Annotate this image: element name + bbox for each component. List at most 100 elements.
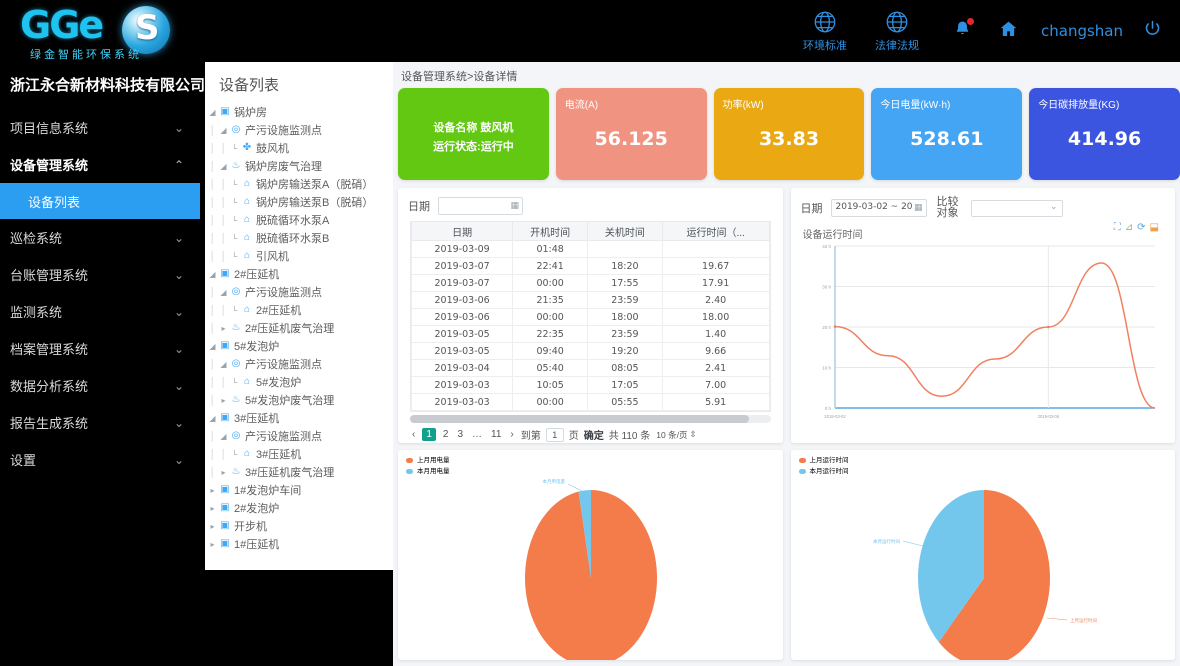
tree-expand-icon[interactable]: ▸: [218, 468, 229, 477]
table-row[interactable]: 2019-03-0621:3523:592.40: [412, 292, 770, 309]
refresh-icon[interactable]: ⟳: [1137, 223, 1145, 233]
tree-node[interactable]: ◢▣3#压延机: [207, 409, 393, 427]
sidebar-item-ledger[interactable]: 台账管理系统 ⌄: [0, 256, 200, 293]
tree-node[interactable]: ││└⌂锅炉房输送泵B（脱硝）: [207, 193, 393, 211]
sidebar-item-monitoring[interactable]: 监测系统 ⌄: [0, 293, 200, 330]
tree-node[interactable]: ▸▣1#压延机: [207, 535, 393, 553]
username-label[interactable]: changshan: [1041, 22, 1123, 40]
table-column-header[interactable]: 运行时间（...: [662, 222, 769, 241]
table-row[interactable]: 2019-03-0509:4019:209.66: [412, 343, 770, 360]
pagination-prev-button[interactable]: ‹: [410, 429, 417, 440]
pagination-confirm-button[interactable]: 确定: [584, 427, 604, 442]
tree-node[interactable]: ││└⌂2#压延机: [207, 301, 393, 319]
tree-node[interactable]: │◢◎产污设施监测点: [207, 355, 393, 373]
tree-node[interactable]: │▸♨5#发泡炉废气治理: [207, 391, 393, 409]
tree-node[interactable]: ◢▣锅炉房: [207, 103, 393, 121]
tree-collapse-icon[interactable]: ◢: [218, 288, 229, 297]
compare-target-select[interactable]: ⌄: [971, 200, 1063, 217]
tree-collapse-icon[interactable]: ◢: [218, 432, 229, 441]
tree-node[interactable]: │▸♨2#压延机废气治理: [207, 319, 393, 337]
tree-node[interactable]: │◢◎产污设施监测点: [207, 283, 393, 301]
tree-expand-icon[interactable]: ▸: [218, 396, 229, 405]
pagination-page-11[interactable]: 11: [489, 429, 503, 440]
pagination-page-1[interactable]: 1: [422, 428, 436, 441]
table-row[interactable]: 2019-03-0722:4118:2019.67: [412, 258, 770, 275]
table-row[interactable]: 2019-03-0522:3523:591.40: [412, 326, 770, 343]
tree-collapse-icon[interactable]: ◢: [207, 270, 218, 279]
tree-node[interactable]: │◢♨锅炉房废气治理: [207, 157, 393, 175]
tree-collapse-icon[interactable]: ◢: [207, 414, 218, 423]
pagination-page-3[interactable]: 3: [455, 429, 465, 440]
logout-button[interactable]: [1143, 19, 1162, 43]
tree-node[interactable]: ││└✤鼓风机: [207, 139, 393, 157]
data-point[interactable]: [1047, 326, 1050, 329]
tree-node[interactable]: ││└⌂5#发泡炉: [207, 373, 393, 391]
tree-node[interactable]: ││└⌂锅炉房输送泵A（脱硝）: [207, 175, 393, 193]
pagination-page-2[interactable]: 2: [441, 429, 451, 440]
tree-indent-guide: │: [207, 287, 218, 297]
tree-collapse-icon[interactable]: ◢: [207, 108, 218, 117]
tree-node[interactable]: ▸▣1#发泡炉车间: [207, 481, 393, 499]
sidebar-item-inspection[interactable]: 巡检系统 ⌄: [0, 219, 200, 256]
pagination-goto-input[interactable]: 1: [546, 428, 564, 442]
tree-leaf-connector-icon: └: [229, 180, 240, 189]
sidebar-item-project-info[interactable]: 项目信息系统 ⌄: [0, 109, 200, 146]
app-logo[interactable]: GGe 绿金智能环保系统: [14, 2, 184, 62]
sidebar-item-device-list[interactable]: 设备列表: [0, 183, 200, 219]
sidebar-item-archive[interactable]: 档案管理系统 ⌄: [0, 330, 200, 367]
notifications-button[interactable]: [953, 19, 972, 44]
pagination-next-button[interactable]: ›: [508, 429, 515, 440]
table-column-header[interactable]: 日期: [412, 222, 513, 241]
tree-node[interactable]: ◢▣2#压延机: [207, 265, 393, 283]
home-button[interactable]: [998, 19, 1019, 44]
laws-regulations-button[interactable]: 法律法规: [875, 9, 919, 53]
pagination-page-size-select[interactable]: 10 条/页 ⇳: [655, 428, 697, 442]
tree-expand-icon[interactable]: ▸: [207, 486, 218, 495]
env-standard-button[interactable]: 环境标准: [803, 9, 847, 53]
table-horizontal-scrollbar[interactable]: [410, 415, 771, 423]
table-row[interactable]: 2019-03-0700:0017:5517.91: [412, 275, 770, 292]
tree-expand-icon[interactable]: ▸: [207, 540, 218, 549]
sidebar-item-settings[interactable]: 设置 ⌄: [0, 441, 200, 478]
table-row[interactable]: 2019-03-0600:0018:0018.00: [412, 309, 770, 326]
table-column-header[interactable]: 开机时间: [513, 222, 588, 241]
tree-node-label: 鼓风机: [254, 140, 289, 156]
sidebar-item-data-analysis[interactable]: 数据分析系统 ⌄: [0, 367, 200, 404]
tree-collapse-icon[interactable]: ◢: [207, 342, 218, 351]
save-image-icon[interactable]: ⬓: [1150, 223, 1159, 233]
line-bar-toggle-icon[interactable]: ⊿: [1125, 223, 1133, 233]
tree-node[interactable]: │◢◎产污设施监测点: [207, 427, 393, 445]
tree-node[interactable]: │◢◎产污设施监测点: [207, 121, 393, 139]
tree-node[interactable]: ││└⌂脱硫循环水泵B: [207, 229, 393, 247]
tree-collapse-icon[interactable]: ◢: [218, 126, 229, 135]
tree-collapse-icon[interactable]: ◢: [218, 162, 229, 171]
tree-node[interactable]: │▸♨3#压延机废气治理: [207, 463, 393, 481]
data-point[interactable]: [833, 325, 836, 328]
sidebar-item-device-management[interactable]: 设备管理系统 ⌃: [0, 146, 200, 183]
tree-node[interactable]: ◢▣5#发泡炉: [207, 337, 393, 355]
chevron-down-icon: ⌄: [174, 122, 184, 134]
date-input[interactable]: ▦: [438, 197, 523, 215]
kpi-value: 414.96: [1029, 128, 1180, 150]
table-column-header[interactable]: 关机时间: [588, 222, 663, 241]
tree-node[interactable]: ││└⌂引风机: [207, 247, 393, 265]
table-row[interactable]: 2019-03-0300:0005:555.91: [412, 394, 770, 411]
data-view-icon[interactable]: ⛶: [1114, 223, 1121, 233]
tree-node-label: 2#压延机: [254, 302, 301, 318]
tree-node[interactable]: ▸▣开步机: [207, 517, 393, 535]
tree-expand-icon[interactable]: ▸: [207, 522, 218, 531]
device-name-text: 设备名称 鼓风机: [398, 119, 549, 135]
tree-collapse-icon[interactable]: ◢: [218, 360, 229, 369]
table-row[interactable]: 2019-03-0405:4008:052.41: [412, 360, 770, 377]
tree-node-label: 锅炉房输送泵A（脱硝）: [254, 176, 373, 192]
sidebar-item-report-generation[interactable]: 报告生成系统 ⌄: [0, 404, 200, 441]
tree-expand-icon[interactable]: ▸: [207, 504, 218, 513]
tree-node[interactable]: ││└⌂3#压延机: [207, 445, 393, 463]
table-row[interactable]: 2019-03-0310:0517:057.00: [412, 377, 770, 394]
table-row[interactable]: 2019-03-0901:48: [412, 241, 770, 258]
tree-node[interactable]: ││└⌂脱硫循环水泵A: [207, 211, 393, 229]
tree-node[interactable]: ▸▣2#发泡炉: [207, 499, 393, 517]
date-range-input[interactable]: 2019-03-02 ~ 20 ▦: [831, 199, 927, 217]
table-cell: 09:40: [513, 343, 588, 360]
tree-expand-icon[interactable]: ▸: [218, 324, 229, 333]
